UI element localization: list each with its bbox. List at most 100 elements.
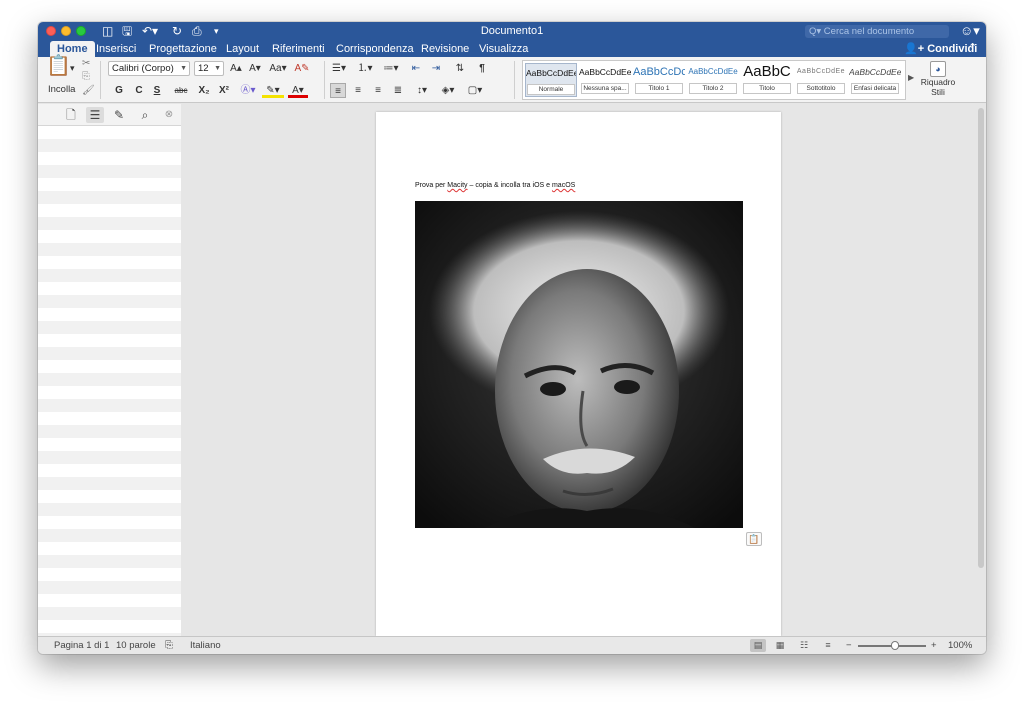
search-input[interactable]: Q▾ Cerca nel documento bbox=[805, 25, 949, 38]
word-count[interactable]: 10 parole bbox=[116, 640, 156, 652]
close-pane-icon[interactable]: ⊗ bbox=[160, 107, 178, 123]
paste-options-icon[interactable]: 📋 bbox=[746, 532, 762, 546]
style-titolo-1[interactable]: AaBbCcDc Titolo 1 bbox=[633, 63, 685, 97]
tab-layout[interactable]: Layout bbox=[226, 42, 259, 56]
style-name: Titolo bbox=[743, 83, 791, 94]
multilevel-list-icon[interactable]: ≔▾ bbox=[382, 61, 400, 76]
text-middle: – copia & incolla tra iOS e bbox=[467, 182, 552, 189]
style-name: Sottotitolo bbox=[797, 83, 845, 94]
grow-font-icon[interactable]: A▴ bbox=[228, 61, 244, 76]
bold-button[interactable]: G bbox=[112, 83, 126, 98]
font-color-icon[interactable]: A▾ bbox=[288, 83, 308, 98]
separator bbox=[324, 61, 325, 99]
review-pane-icon[interactable]: ✎ bbox=[110, 107, 128, 123]
paste-icon[interactable]: 📋 bbox=[46, 56, 71, 76]
draft-view-icon[interactable]: ≡ bbox=[820, 639, 836, 652]
style-nessuna-spaziatura[interactable]: AaBbCcDdEe Nessuna spa... bbox=[579, 63, 631, 97]
superscript-button[interactable]: X² bbox=[216, 83, 232, 98]
strikethrough-button[interactable]: abc bbox=[170, 83, 192, 98]
title-bar: ◫ 🖫 ↶▾ ↻ ⎙ ▾ Documento1 Q▾ Cerca nel doc… bbox=[38, 22, 986, 40]
style-enfasi-delicata[interactable]: AaBbCcDdEe Enfasi delicata bbox=[849, 63, 901, 97]
proofing-icon[interactable]: ⎘ bbox=[165, 640, 173, 652]
align-right-icon[interactable]: ≡ bbox=[370, 83, 386, 98]
cut-icon[interactable]: ✂ bbox=[82, 57, 90, 71]
underline-button[interactable]: S bbox=[150, 83, 164, 98]
shrink-font-icon[interactable]: A▾ bbox=[247, 61, 263, 76]
style-name: Titolo 1 bbox=[635, 83, 683, 94]
highlight-icon[interactable]: ✎▾ bbox=[262, 83, 284, 98]
clear-formatting-icon[interactable]: A✎ bbox=[293, 61, 311, 76]
pilcrow-icon[interactable]: ¶ bbox=[474, 61, 490, 76]
sort-icon[interactable]: ⇅ bbox=[452, 61, 468, 76]
style-sottotitolo[interactable]: AaBbCcDdEe Sottotitolo bbox=[795, 63, 847, 97]
pasted-portrait-image[interactable] bbox=[415, 201, 743, 528]
italic-button[interactable]: C bbox=[132, 83, 146, 98]
change-case-icon[interactable]: Aa▾ bbox=[267, 61, 289, 76]
shading-icon[interactable]: ◈▾ bbox=[438, 83, 458, 98]
styles-pane-label-2: Stili bbox=[931, 87, 945, 97]
document-page[interactable]: Prova per Macity – copia & incolla tra i… bbox=[376, 112, 781, 636]
style-titolo[interactable]: AaBbC Titolo bbox=[741, 63, 793, 97]
style-normale[interactable]: AaBbCcDdEe Normale bbox=[525, 63, 577, 97]
navigation-list[interactable] bbox=[38, 126, 181, 636]
share-button[interactable]: 👤+ Condividi bbox=[904, 42, 977, 55]
separator bbox=[514, 61, 515, 99]
page-count[interactable]: Pagina 1 di 1 bbox=[54, 640, 109, 652]
align-center-icon[interactable]: ≡ bbox=[350, 83, 366, 98]
increase-indent-icon[interactable]: ⇥ bbox=[428, 61, 444, 76]
format-painter-icon[interactable]: 🖌 bbox=[82, 84, 95, 98]
style-titolo-2[interactable]: AaBbCcDdEe Titolo 2 bbox=[687, 63, 739, 97]
collapse-ribbon-icon[interactable]: ⌃ bbox=[968, 41, 977, 54]
font-size-dropdown[interactable]: 12 ▼ bbox=[194, 61, 224, 76]
copy-icon[interactable]: ⎘ bbox=[82, 70, 90, 84]
styles-pane-label-1: Riquadro bbox=[920, 77, 956, 87]
style-preview: AaBbCcDdEe bbox=[796, 68, 846, 75]
subscript-button[interactable]: X₂ bbox=[196, 83, 212, 98]
ribbon-tabs: Home Inserisci Progettazione Layout Rife… bbox=[38, 40, 986, 57]
borders-icon[interactable]: ▢▾ bbox=[464, 83, 486, 98]
thumbnails-icon[interactable]: 🗋 bbox=[62, 107, 80, 123]
vertical-scrollbar[interactable] bbox=[978, 108, 984, 568]
numbering-icon[interactable]: ⒈▾ bbox=[356, 61, 374, 76]
decrease-indent-icon[interactable]: ⇤ bbox=[408, 61, 424, 76]
tab-progettazione[interactable]: Progettazione bbox=[149, 42, 217, 56]
navigation-pane: 🗋 ☰ ✎ ⌕ ⊗ bbox=[38, 104, 181, 636]
styles-pane-icon: ◕ bbox=[930, 61, 946, 77]
zoom-slider-thumb[interactable] bbox=[891, 641, 899, 650]
paste-options-icon[interactable]: ▾ bbox=[70, 61, 75, 75]
share-icon: 👤+ bbox=[904, 43, 928, 55]
font-name-dropdown[interactable]: Calibri (Corpo) ▼ bbox=[108, 61, 190, 76]
feedback-smiley-icon[interactable]: ☺▾ bbox=[960, 23, 980, 39]
tab-corrispondenza[interactable]: Corrispondenza bbox=[336, 42, 414, 56]
align-left-icon[interactable]: ≡ bbox=[330, 83, 346, 98]
document-map-icon[interactable]: ☰ bbox=[86, 107, 104, 123]
language[interactable]: Italiano bbox=[190, 640, 221, 652]
text-effects-icon[interactable]: Ⓐ▾ bbox=[238, 83, 258, 98]
styles-gallery: AaBbCcDdEe Normale AaBbCcDdEe Nessuna sp… bbox=[522, 60, 906, 100]
paste-label[interactable]: Incolla bbox=[48, 83, 75, 97]
document-text-line[interactable]: Prova per Macity – copia & incolla tra i… bbox=[415, 182, 575, 189]
justify-icon[interactable]: ≣ bbox=[390, 83, 406, 98]
styles-pane-button[interactable]: ◕ Riquadro Stili bbox=[918, 59, 958, 101]
misspelled-word: Macity bbox=[447, 182, 468, 189]
search-icon[interactable]: ⌕ bbox=[136, 107, 154, 123]
document-canvas[interactable]: Prova per Macity – copia & incolla tra i… bbox=[182, 104, 986, 636]
zoom-out-icon[interactable]: − bbox=[846, 640, 852, 652]
zoom-in-icon[interactable]: + bbox=[931, 640, 937, 652]
word-window: ◫ 🖫 ↶▾ ↻ ⎙ ▾ Documento1 Q▾ Cerca nel doc… bbox=[38, 22, 986, 654]
bullets-icon[interactable]: ☰▾ bbox=[330, 61, 348, 76]
web-layout-view-icon[interactable]: ▦ bbox=[772, 639, 788, 652]
tab-revisione[interactable]: Revisione bbox=[421, 42, 469, 56]
zoom-level[interactable]: 100% bbox=[948, 640, 972, 652]
chevron-down-icon: ▼ bbox=[180, 65, 187, 72]
tab-riferimenti[interactable]: Riferimenti bbox=[272, 42, 325, 56]
style-preview: AaBbCcDdEe bbox=[526, 68, 576, 78]
tab-inserisci[interactable]: Inserisci bbox=[96, 42, 136, 56]
misspelled-word: macOS bbox=[551, 182, 576, 189]
line-spacing-icon[interactable]: ↕▾ bbox=[412, 83, 432, 98]
gallery-more-icon[interactable]: ▶ bbox=[908, 71, 914, 85]
style-name: Titolo 2 bbox=[689, 83, 737, 94]
print-layout-view-icon[interactable]: ▤ bbox=[750, 639, 766, 652]
outline-view-icon[interactable]: ☷ bbox=[796, 639, 812, 652]
tab-visualizza[interactable]: Visualizza bbox=[479, 42, 528, 56]
